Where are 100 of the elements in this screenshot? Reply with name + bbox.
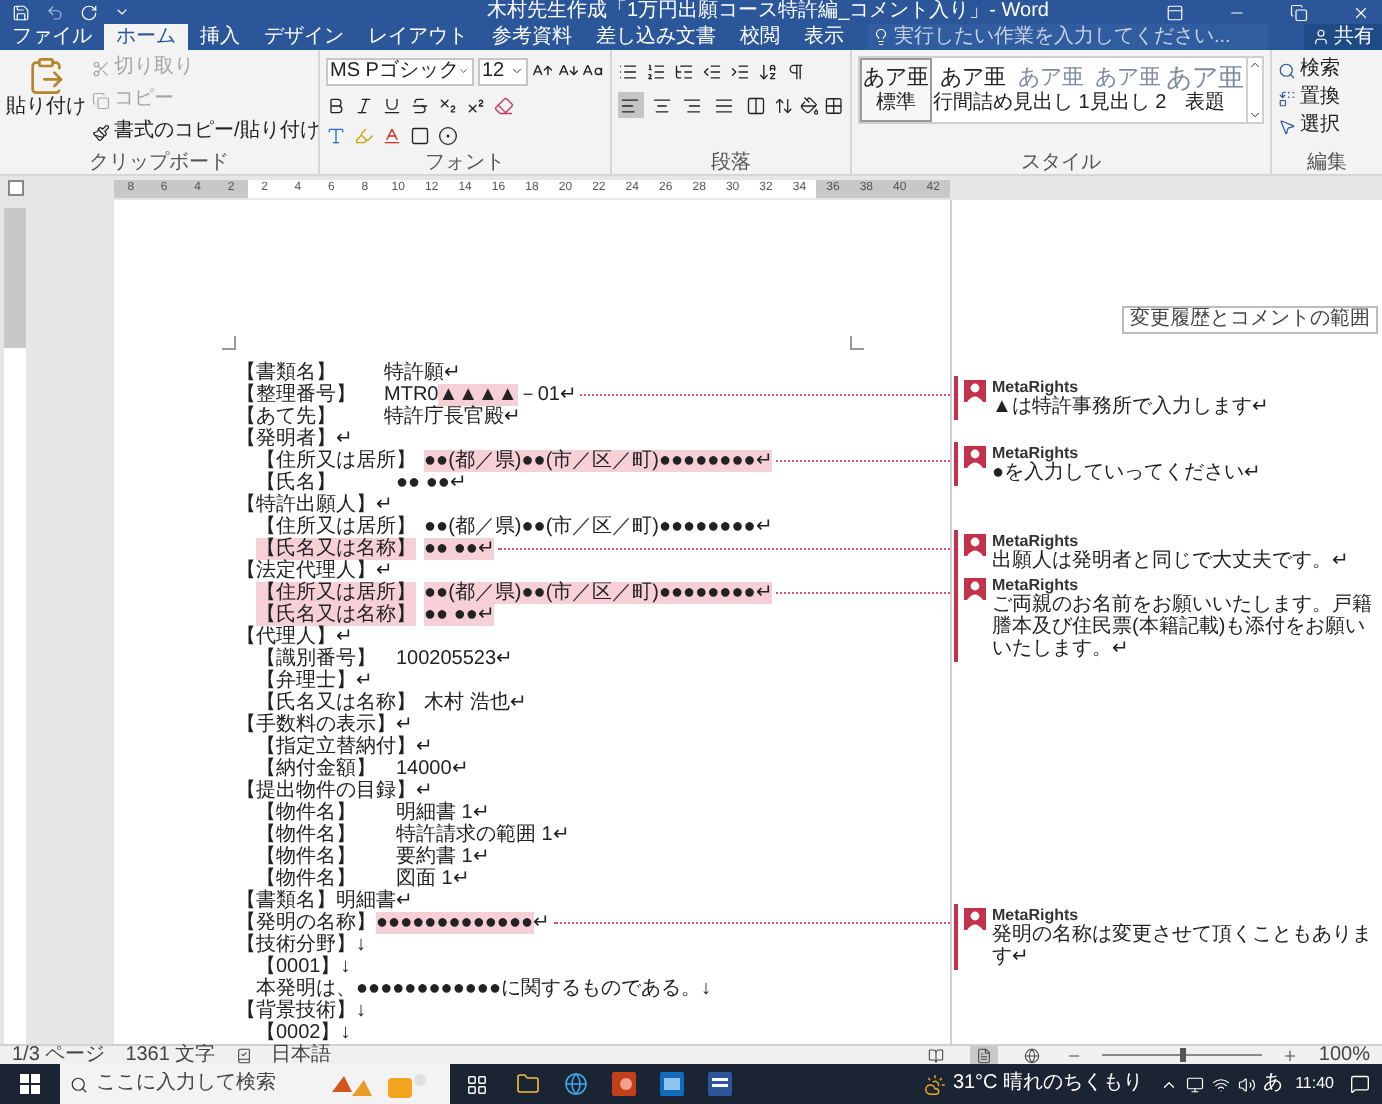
copy-icon xyxy=(92,91,110,109)
field-value: ●● ●●↵ xyxy=(424,538,494,560)
save-icon[interactable] xyxy=(12,3,30,21)
editing-command[interactable]: 選択 xyxy=(1278,112,1376,140)
font-color-icon[interactable] xyxy=(382,125,402,145)
zoom-level[interactable]: 100% xyxy=(1318,1045,1370,1065)
paintbrush-icon xyxy=(92,123,110,141)
clock[interactable]: 11:40 xyxy=(1295,1072,1334,1096)
print-layout-icon[interactable] xyxy=(970,1046,999,1064)
field-value: ●● ●●↵ xyxy=(396,472,466,494)
network-icon[interactable] xyxy=(1211,1075,1230,1093)
tell-me-field[interactable]: 実行したい作業を入力してください... xyxy=(868,24,1268,50)
ribbon-options-icon[interactable] xyxy=(1166,3,1184,21)
notifications-icon[interactable] xyxy=(1350,1074,1370,1094)
avatar-icon xyxy=(964,908,986,930)
presentation-app-icon[interactable] xyxy=(612,1072,636,1096)
comment-author: MetaRights xyxy=(992,906,1081,924)
proofing-icon[interactable] xyxy=(235,1047,252,1063)
comment-card[interactable]: MetaRights ご両親のお名前をお願いいたします。戸籍謄本及び住民票(本籍記載)も添付をお願いいたします。↵ xyxy=(954,574,1374,662)
columns-icon[interactable] xyxy=(742,92,768,118)
field-label: 【氏名又は名称】 xyxy=(256,604,416,626)
numbering-icon[interactable] xyxy=(646,61,666,81)
comment-author: MetaRights xyxy=(992,576,1081,594)
scroll-down-icon[interactable] xyxy=(1247,108,1262,122)
clipboard-command[interactable]: 書式のコピー/貼り付け xyxy=(92,118,320,146)
sort-icon[interactable] xyxy=(758,61,778,81)
font-size-field[interactable]: 12 xyxy=(478,57,529,85)
strikethrough-icon[interactable] xyxy=(410,95,430,115)
zoom-thumb[interactable] xyxy=(1180,1048,1187,1062)
paste-button[interactable]: 貼り付け xyxy=(6,54,86,152)
bullets-icon[interactable] xyxy=(618,61,638,81)
field-value: 特許願↵ xyxy=(384,362,460,384)
multilevel-list-icon[interactable] xyxy=(674,61,694,81)
weather-text[interactable]: 31°C 晴れのちくもり xyxy=(952,1072,1144,1096)
redo-icon[interactable] xyxy=(80,3,98,21)
taskbar-search-input[interactable]: ここに入力して検索 xyxy=(96,1072,316,1096)
pilcrow-icon[interactable] xyxy=(786,61,806,81)
editing-command[interactable]: 置換 xyxy=(1278,84,1376,112)
line-spacing-icon[interactable] xyxy=(773,95,794,115)
text-effects-icon[interactable] xyxy=(326,125,346,145)
speaker-icon[interactable] xyxy=(1237,1075,1256,1093)
page-count[interactable]: 1/3 ページ xyxy=(12,1045,106,1065)
ribbon-tab[interactable]: 挿入 xyxy=(188,24,252,50)
font-name-field[interactable]: MS Pゴシック xyxy=(326,57,474,85)
share-button[interactable]: 共有 xyxy=(1304,24,1382,50)
increase-indent-icon[interactable] xyxy=(730,61,750,81)
weather-icon[interactable] xyxy=(924,1073,947,1095)
close-icon[interactable] xyxy=(1352,3,1370,21)
field-value: 木村 浩也↵ xyxy=(424,692,526,714)
field-label: 【発明者】↵ xyxy=(236,428,354,450)
subscript-icon[interactable] xyxy=(438,95,458,115)
field-label: 【住所又は居所】 xyxy=(256,516,416,538)
word-app-icon[interactable] xyxy=(708,1072,732,1096)
ribbon-tab[interactable]: 表示 xyxy=(792,24,856,50)
browser-icon[interactable] xyxy=(564,1072,588,1096)
italic-icon[interactable] xyxy=(354,95,374,115)
style-swatch[interactable]: あア亜 標準 xyxy=(860,58,932,122)
zoom-in-icon[interactable] xyxy=(1282,1047,1299,1063)
mail-app-icon[interactable] xyxy=(660,1072,684,1096)
bold-icon[interactable] xyxy=(326,95,346,115)
windows-logo-icon[interactable] xyxy=(20,1074,40,1094)
align-left-icon[interactable] xyxy=(618,92,644,118)
eraser-icon[interactable] xyxy=(494,95,514,115)
comment-text: ●を入力していってください↵ xyxy=(992,462,1261,484)
ribbon-tab[interactable]: 参考資料 xyxy=(480,24,584,50)
ribbon-tab[interactable]: 差し込み文書 xyxy=(584,24,728,50)
character-shading-icon[interactable] xyxy=(410,125,430,145)
group-label: 段落 xyxy=(709,152,753,174)
field-label: 【物件名】 xyxy=(256,846,358,868)
decrease-indent-icon[interactable] xyxy=(702,61,722,81)
field-value: ●● ●●↵ xyxy=(424,604,494,626)
ribbon-tab[interactable]: 校閲 xyxy=(728,24,792,50)
ribbon-tab[interactable]: デザイン xyxy=(252,24,356,50)
field-value: ▲▲▲▲ xyxy=(438,384,518,406)
superscript-icon[interactable] xyxy=(466,95,486,115)
enclosed-character-icon[interactable] xyxy=(438,125,458,145)
editing-command[interactable]: 検索 xyxy=(1278,56,1376,84)
scissors-icon xyxy=(92,59,110,77)
caret-icon[interactable] xyxy=(510,64,525,78)
customize-icon[interactable] xyxy=(114,4,130,20)
ribbon-tab[interactable]: ファイル xyxy=(0,24,104,50)
scroll-up-icon[interactable] xyxy=(1247,58,1262,72)
comment-card[interactable]: MetaRights 発明の名称は変更させて頂くこともあります↵ xyxy=(954,904,1374,970)
folder-icon[interactable] xyxy=(516,1072,540,1096)
underline-icon[interactable] xyxy=(382,95,402,115)
tab-selector-icon[interactable] xyxy=(7,180,23,196)
input-method-indicator[interactable]: あ xyxy=(1263,1072,1284,1096)
caret-icon[interactable] xyxy=(458,64,470,78)
field-label: 【提出物件の目録】↵ xyxy=(236,780,432,802)
ribbon-tab[interactable]: レイアウト xyxy=(356,24,480,50)
display-icon[interactable] xyxy=(1185,1075,1204,1093)
ribbon-tab[interactable]: ホーム xyxy=(104,24,188,50)
word-count[interactable]: 1361 文字 xyxy=(125,1045,216,1065)
shading-icon[interactable] xyxy=(799,95,819,115)
undo-icon[interactable] xyxy=(46,3,64,21)
restore-icon[interactable] xyxy=(1290,3,1308,21)
task-view-icon[interactable] xyxy=(466,1073,488,1095)
language-status[interactable]: 日本語 xyxy=(271,1045,332,1065)
taskbar-search-field[interactable]: ここに入力して検索 xyxy=(60,1064,450,1104)
borders-icon[interactable] xyxy=(824,95,845,115)
